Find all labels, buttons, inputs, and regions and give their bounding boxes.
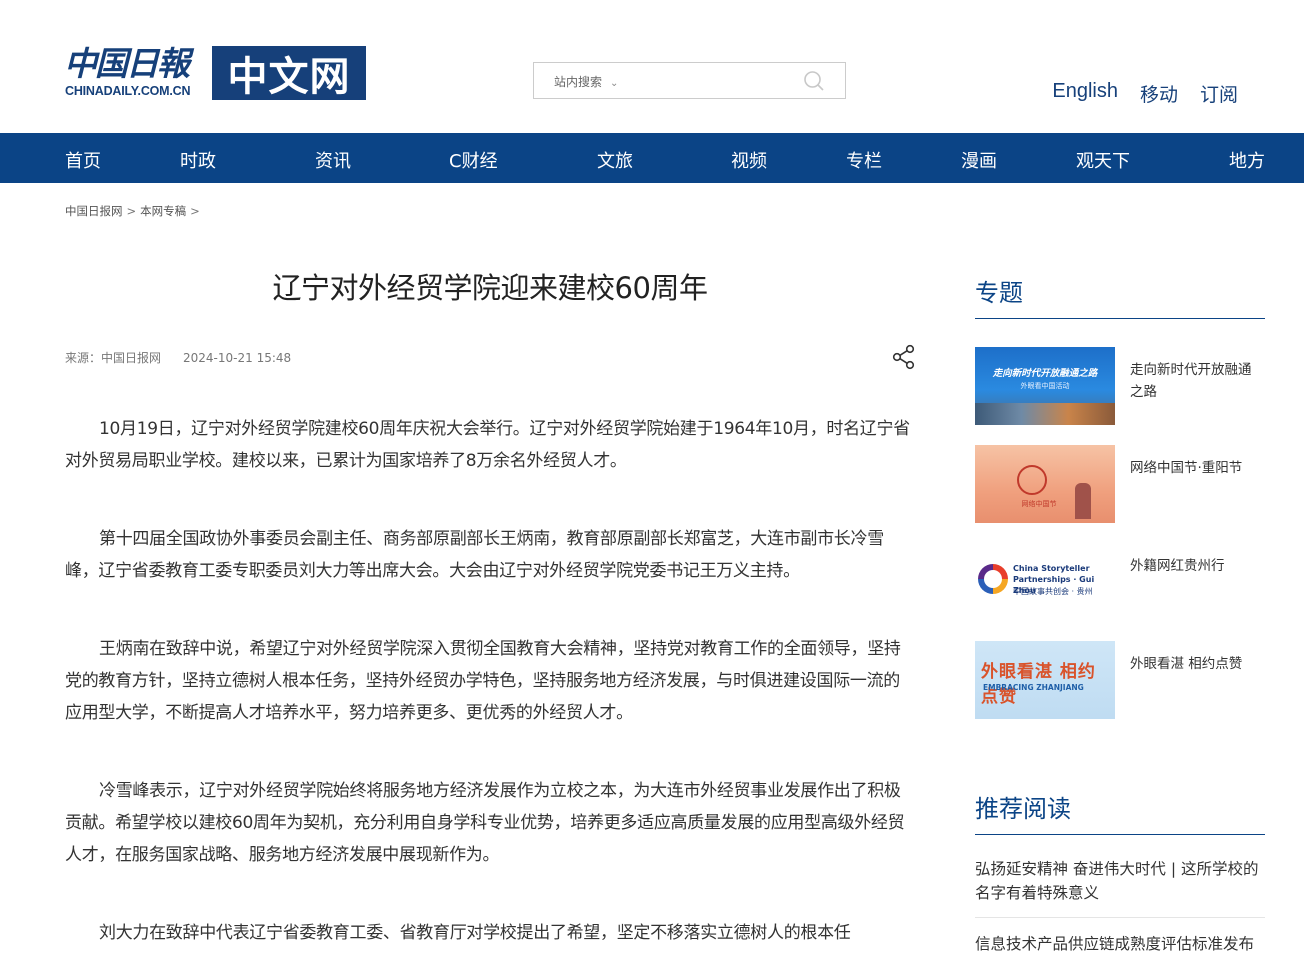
nav-item-news[interactable]: 资讯	[315, 147, 351, 173]
topic-thumbnail[interactable]: 网络中国节	[975, 445, 1115, 523]
topic-thumb-subtitle: 中国故事共创会 · 贵州	[1013, 587, 1093, 596]
article-paragraph: 第十四届全国政协外事委员会副主任、商务部原副部长王炳南，教育部原副部长郑富芝，大…	[65, 529, 884, 581]
recommend-item[interactable]: 弘扬延安精神 奋进伟大时代 | 这所学校的名字有着特殊意义	[975, 857, 1265, 905]
logo-wordmark: 中国日報 CHINADAILY.COM.CN	[64, 44, 206, 100]
article-paragraph: 刘大力在致辞中代表辽宁省委教育工委、省教育厅对学校提出了希望，坚定不移落实立德树…	[99, 923, 851, 943]
topic-thumb-skyline	[975, 403, 1115, 425]
search-icon[interactable]	[803, 70, 825, 92]
article-date: 2024-10-21 15:48	[183, 351, 292, 365]
topic-item[interactable]: China Storyteller Partnerships · Gui Zho…	[975, 543, 1265, 621]
article-paragraph: 10月19日，辽宁对外经贸学院建校60周年庆祝大会举行。辽宁对外经贸学院始建于1…	[65, 419, 910, 471]
storyteller-logo-hole	[984, 570, 1002, 588]
topic-thumbnail[interactable]: 外眼看湛 相约点赞 EMBRACING ZHANJIANG	[975, 641, 1115, 719]
subscribe-link[interactable]: 订阅	[1200, 80, 1238, 107]
breadcrumb-home[interactable]: 中国日报网	[65, 204, 123, 218]
topic-item[interactable]: 走向新时代开放融通之路 外眼看中国活动 走向新时代开放融通之路	[975, 347, 1265, 425]
mobile-link[interactable]: 移动	[1140, 80, 1178, 107]
topic-item[interactable]: 网络中国节 网络中国节·重阳节	[975, 445, 1265, 523]
china-daily-logo[interactable]: 中国日報 CHINADAILY.COM.CN 中文网	[64, 44, 366, 100]
breadcrumb-separator: >	[126, 204, 137, 218]
article-source: 来源：中国日报网	[65, 351, 162, 365]
site-header: 中国日報 CHINADAILY.COM.CN 中文网 站内搜索 ⌄ English…	[0, 0, 1304, 133]
topic-title[interactable]: 外眼看湛 相约点赞	[1130, 653, 1260, 675]
article-paragraph: 冷雪峰表示，辽宁对外经贸学院始终将服务地方经济发展作为立校之本，为大连市外经贸事…	[65, 781, 905, 865]
share-icon[interactable]	[892, 344, 916, 370]
logo-cn-text: 中国日報	[64, 44, 190, 83]
topic-thumb-title: 外眼看湛 相约点赞	[981, 662, 1096, 707]
article-paragraph: 王炳南在致辞中说，希望辽宁对外经贸学院深入贯彻全国教育大会精神，坚持党对教育工作…	[65, 639, 901, 723]
logo-en-text: CHINADAILY.COM.CN	[65, 84, 191, 98]
topic-thumb-subtitle: EMBRACING ZHANJIANG	[983, 683, 1084, 692]
recommend-item[interactable]: 信息技术产品供应链成熟度评估标准发布	[975, 932, 1265, 956]
topic-title[interactable]: 走向新时代开放融通之路	[1130, 359, 1260, 403]
article-meta: 来源：中国日报网 2024-10-21 15:48	[65, 349, 291, 366]
logo-box-text: 中文网	[212, 46, 366, 100]
article-body: 10月19日，辽宁对外经贸学院建校60周年庆祝大会举行。辽宁对外经贸学院始建于1…	[65, 413, 915, 957]
recommend-title: 推荐阅读	[975, 789, 1265, 835]
nav-item-video[interactable]: 视频	[731, 147, 767, 173]
nav-item-world[interactable]: 观天下	[1076, 147, 1130, 173]
topics-title: 专题	[975, 273, 1265, 319]
topic-item[interactable]: 外眼看湛 相约点赞 EMBRACING ZHANJIANG 外眼看湛 相约点赞	[975, 641, 1265, 719]
nav-item-culture-travel[interactable]: 文旅	[597, 147, 633, 173]
breadcrumb-separator: >	[190, 204, 200, 218]
nav-item-politics[interactable]: 时政	[180, 147, 216, 173]
breadcrumb: 中国日报网 > 本网专稿 >	[65, 203, 204, 219]
topic-thumb-title: 走向新时代开放融通之路	[992, 368, 1098, 379]
top-links: English 移动 订阅	[1052, 80, 1238, 107]
topic-thumb-title: 网络中国节	[1021, 500, 1057, 508]
nav-item-home[interactable]: 首页	[65, 147, 101, 173]
topic-thumb-figures	[1075, 483, 1091, 519]
topic-thumb-emblem	[1017, 465, 1047, 495]
main-nav: 首页 时政 资讯 C财经 文旅 视频 专栏 漫画 观天下 地方	[0, 133, 1304, 183]
topic-thumbnail[interactable]: China Storyteller Partnerships · Gui Zho…	[975, 543, 1115, 621]
nav-item-comics[interactable]: 漫画	[961, 147, 997, 173]
nav-item-finance[interactable]: C财经	[449, 147, 498, 173]
topic-title[interactable]: 网络中国节·重阳节	[1130, 457, 1260, 479]
nav-item-column[interactable]: 专栏	[846, 147, 882, 173]
nav-item-local[interactable]: 地方	[1229, 147, 1265, 173]
topic-thumbnail[interactable]: 走向新时代开放融通之路 外眼看中国活动	[975, 347, 1115, 425]
english-link[interactable]: English	[1052, 80, 1118, 107]
search-type-label: 站内搜索	[554, 75, 603, 89]
topic-title[interactable]: 外籍网红贵州行	[1130, 555, 1260, 577]
search-input[interactable]	[644, 67, 794, 95]
breadcrumb-section[interactable]: 本网专稿	[140, 204, 186, 218]
chevron-down-icon: ⌄	[610, 78, 619, 89]
article-title: 辽宁对外经贸学院迎来建校60周年	[272, 271, 708, 305]
topic-thumb-subtitle: 外眼看中国活动	[1020, 382, 1070, 390]
search-type-select[interactable]: 站内搜索 ⌄	[554, 73, 618, 90]
site-search: 站内搜索 ⌄	[533, 62, 846, 99]
recommend-divider	[975, 917, 1265, 918]
